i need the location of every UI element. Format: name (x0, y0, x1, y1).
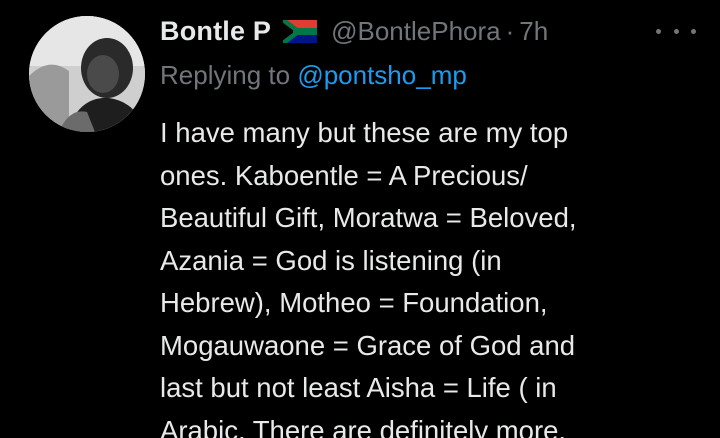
tweet-header: Bontle P @BontlePhora · 7h (160, 12, 548, 50)
display-name[interactable]: Bontle P (160, 16, 271, 47)
user-handle[interactable]: @BontlePhora (331, 16, 501, 47)
tweet-text-line: last but not least Aisha = Life ( in (160, 372, 557, 403)
replying-to-label: Replying to (160, 60, 298, 90)
avatar[interactable] (29, 16, 145, 132)
tweet-text-line: Beautiful Gift, Moratwa = Beloved, (160, 202, 577, 233)
tweet-text-line: Arabic. There are definitely more. (160, 414, 567, 438)
tweet-text-line: Hebrew), Motheo = Foundation, (160, 287, 548, 318)
tweet-text-line: I have many but these are my top (160, 117, 569, 148)
tweet-text-line: ones. Kaboentle = A Precious/ (160, 159, 528, 191)
separator-dot: · (505, 15, 515, 46)
timestamp[interactable]: 7h (519, 16, 548, 47)
south-africa-flag-icon (283, 19, 318, 43)
tweet-text-line: Azania = God is listening (in (160, 244, 502, 276)
tweet-text: I have many but these are my top ones. K… (160, 112, 700, 438)
more-options-icon[interactable] (656, 18, 696, 44)
replying-to-line: Replying to @pontsho_mp (160, 60, 467, 91)
avatar-image (29, 16, 145, 132)
reply-mention-link[interactable]: @pontsho_mp (297, 60, 467, 90)
tweet[interactable]: Bontle P @BontlePhora · 7h Replying to @… (0, 0, 720, 438)
dot (656, 28, 661, 34)
dot (691, 28, 696, 34)
dot (673, 28, 679, 34)
tweet-text-line: Mogauwaone = Grace of God and (160, 329, 576, 361)
